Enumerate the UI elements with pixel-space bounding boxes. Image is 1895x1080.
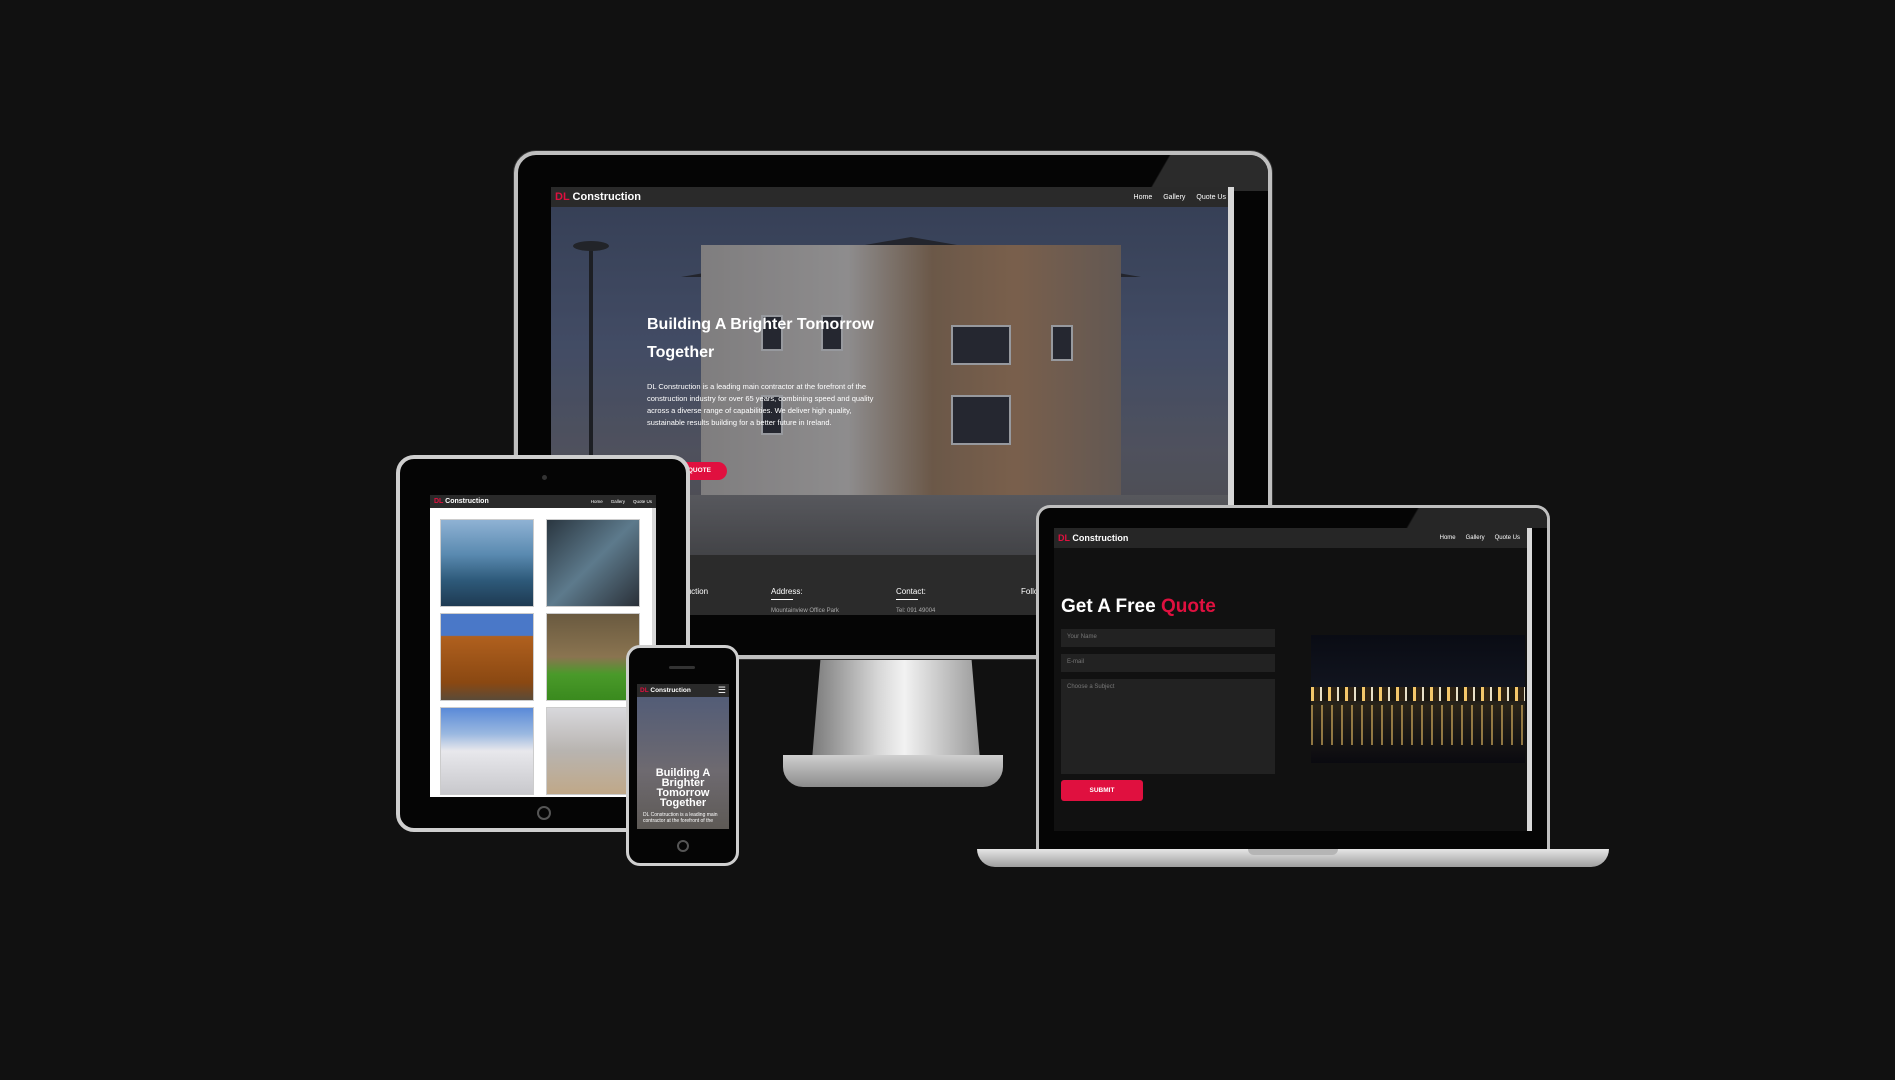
hero-title: Building A Brighter Tomorrow Together xyxy=(655,767,711,809)
nav-home[interactable]: Home xyxy=(1440,535,1456,541)
gallery-image-office-building[interactable] xyxy=(440,707,534,795)
gallery-image-glass-building[interactable] xyxy=(546,519,640,607)
submit-button[interactable]: SUBMIT xyxy=(1061,780,1143,801)
nav-gallery[interactable]: Gallery xyxy=(611,499,625,504)
name-input[interactable]: Your Name xyxy=(1061,629,1275,647)
tablet-screen: DL Construction Home Gallery Quote Us xyxy=(430,495,656,797)
nav-quote-us[interactable]: Quote Us xyxy=(1495,535,1520,541)
home-button[interactable] xyxy=(677,840,689,852)
navbar: DL Construction Home Gallery Quote Us xyxy=(430,495,656,508)
laptop-glare xyxy=(1357,508,1547,528)
laptop-notch xyxy=(1248,849,1338,855)
gallery-grid xyxy=(440,519,642,795)
hero-text: Building A Brighter Tomorrow Together DL… xyxy=(647,311,887,429)
nav-links: Home Gallery Quote Us xyxy=(583,499,652,504)
hero-description: DL Construction is a leading main contra… xyxy=(647,382,874,427)
phone-screen: DL Construction ☰ Building A Brighter To… xyxy=(637,684,729,829)
scrollbar[interactable] xyxy=(1527,528,1532,831)
navbar: DL Construction Home Gallery Quote Us xyxy=(1054,528,1532,548)
navbar: DL Construction Home Gallery Quote Us xyxy=(551,187,1234,207)
phone-speaker xyxy=(669,666,695,669)
nav-home[interactable]: Home xyxy=(1134,194,1153,201)
email-input[interactable]: E-mail xyxy=(1061,654,1275,672)
brand-logo[interactable]: DL Construction xyxy=(640,687,691,694)
message-textarea[interactable] xyxy=(1061,693,1275,774)
nav-links: Home Gallery Quote Us xyxy=(1430,535,1520,541)
hero-title: Building A Brighter Tomorrow Together xyxy=(647,316,874,361)
footer-contact: Contact: Tel: 091 49004 xyxy=(896,587,936,614)
nav-home[interactable]: Home xyxy=(591,499,603,504)
gallery-image-marina[interactable] xyxy=(440,519,534,607)
brand-logo[interactable]: DL Construction xyxy=(555,191,641,203)
tablet-camera xyxy=(542,475,547,480)
nav-gallery[interactable]: Gallery xyxy=(1466,535,1485,541)
night-river-image xyxy=(1311,635,1525,763)
phone-device: DL Construction ☰ Building A Brighter To… xyxy=(626,645,739,866)
nav-quote-us[interactable]: Quote Us xyxy=(1196,194,1226,201)
quote-heading: Get A Free Quote xyxy=(1061,596,1216,617)
laptop-device: DL Construction Home Gallery Quote Us Ge… xyxy=(1036,505,1550,850)
devices-mockup: DL Construction Home Gallery Quote Us Bu… xyxy=(0,0,1895,1080)
hero-description: DL Construction is a leading main contra… xyxy=(643,812,718,824)
monitor-stand-base xyxy=(783,755,1003,787)
monitor-stand xyxy=(812,660,980,760)
home-button[interactable] xyxy=(537,806,551,820)
gallery-image-timber-house[interactable] xyxy=(440,613,534,701)
nav-quote-us[interactable]: Quote Us xyxy=(633,499,652,504)
nav-gallery[interactable]: Gallery xyxy=(1163,194,1185,201)
footer-address: Address: Mountainview Office Park xyxy=(771,587,839,614)
monitor-glare xyxy=(1118,155,1268,191)
brand-logo[interactable]: DL Construction xyxy=(1058,533,1128,543)
brand-logo[interactable]: DL Construction xyxy=(434,498,489,505)
navbar: DL Construction ☰ xyxy=(637,684,729,697)
nav-links: Home Gallery Quote Us xyxy=(1123,194,1226,201)
hamburger-menu-icon[interactable]: ☰ xyxy=(718,686,726,695)
laptop-screen: DL Construction Home Gallery Quote Us Ge… xyxy=(1054,528,1532,831)
